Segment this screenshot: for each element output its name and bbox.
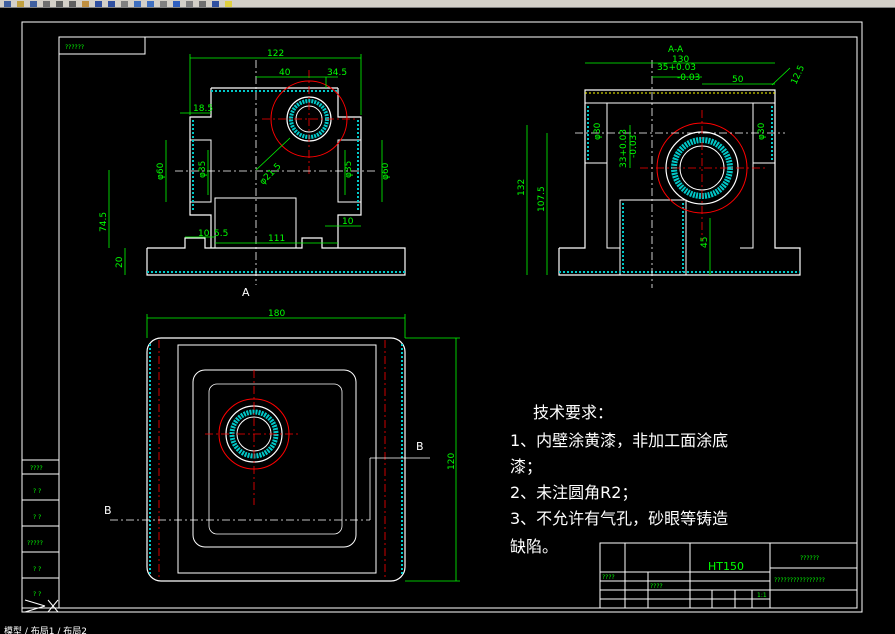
layout-tabs-bar[interactable]: 模型 / 布局1 / 布局2 [0,626,895,634]
tech-req-title: 技术要求： [533,403,613,422]
dim-5-5: 5.5 [214,229,228,239]
section-mark-b-left: B [104,504,112,517]
top-view: 180 120 B B [104,309,460,582]
dim-20: 20 [115,256,125,268]
corner-label: ?????? [65,44,84,51]
dim-phi30-left: φ30 [593,122,603,140]
left-table: ???? ? ? ? ? ????? ? ? ? ? [21,459,60,609]
tech-req-line-5: 缺陷。 [510,537,558,556]
left-table-row-4: ? ? [33,566,41,573]
left-table-header: ???? [30,465,43,472]
dim-122: 122 [267,49,284,59]
left-table-row-2: ? ? [33,514,41,521]
dim-12-5: 12.5 [790,64,808,86]
section-mark-a: A [242,286,250,299]
dim-33-tol2: -0.03 [629,135,639,158]
title-block-cell-b: ???? [650,583,663,590]
dim-10a: 10 [198,229,210,239]
inner-frame [58,36,858,609]
dim-45: 45 [700,237,710,248]
dim-120: 120 [447,453,457,470]
dim-phi35-right: φ35 [344,161,354,178]
dim-132: 132 [517,179,527,196]
side-view: A-A 130 35+0.03 -0.03 50 12.5 φ30 φ30 33… [517,45,807,288]
title-block-cell-c: 1:1 [757,592,767,599]
dim-33-tol: 33+0.03 [619,129,629,168]
dim-74-5: 74.5 [99,212,109,232]
dim-18-5: 18.5 [193,104,213,114]
dim-180: 180 [268,309,285,319]
side-title-aa: A-A [668,45,684,55]
layer-icon[interactable] [173,0,180,7]
dim-phi60-left: φ60 [156,162,166,180]
tech-req-line-3: 2、未注圆角R2； [510,483,637,502]
ucs-icon [24,599,59,613]
toolbar [0,0,895,8]
text-style-icon[interactable] [186,0,193,7]
copy-icon[interactable] [69,0,76,7]
undo-icon[interactable] [95,0,102,7]
zoom-icon[interactable] [134,0,141,7]
dim-107-5: 107.5 [537,186,547,212]
dim-40: 40 [279,68,291,78]
tech-req-line-2: 漆； [510,457,542,476]
dim-35-tol: 35+0.03 [657,63,696,73]
left-table-row-3: ????? [27,540,43,547]
dim-phi60-right: φ60 [381,162,391,180]
title-block: HT150 ???? ???? 1:1 ?????? ?????????????… [599,542,858,609]
title-block-material: HT150 [708,560,744,573]
dim-phi35-left: φ35 [198,161,208,178]
dim-phi30-right: φ30 [757,122,767,140]
dim-10b: 10 [342,217,354,227]
front-view: 122 40 34.5 18.5 φ60 φ35 φ35 φ60 φ21.5 7… [99,49,406,299]
title-block-cell-a: ???? [602,574,615,581]
tech-req-line-4: 3、不允许有气孔，砂眼等铸造 [510,509,728,528]
properties-icon[interactable] [160,0,167,7]
section-mark-b-right: B [416,440,424,453]
dim-phi21-5: φ21.5 [258,162,283,187]
title-block-cell-e: ???????????????? [774,577,825,584]
save-icon[interactable] [30,0,37,7]
layout-tabs-text[interactable]: 模型 / 布局1 / 布局2 [4,626,87,634]
technical-requirements: 技术要求： 1、内壁涂黄漆，非加工面涂底 漆； 2、未注圆角R2； 3、不允许有… [510,403,728,556]
new-file-icon[interactable] [4,0,11,7]
cad-drawing-canvas[interactable]: ?????? 122 40 34.5 18.5 φ60 φ35 φ35 φ60 … [0,8,895,626]
cut-icon[interactable] [56,0,63,7]
zoom-window-icon[interactable] [147,0,154,7]
print-icon[interactable] [43,0,50,7]
left-table-row-1: ? ? [33,488,41,495]
redo-icon[interactable] [108,0,115,7]
open-folder-icon[interactable] [17,0,24,7]
dim-35-tol2: -0.03 [677,73,700,83]
dim-111: 111 [268,234,285,244]
pan-icon[interactable] [121,0,128,7]
left-table-row-5: ? ? [33,591,41,598]
dim-50: 50 [732,75,744,85]
lightbulb-icon[interactable] [225,0,232,7]
tech-req-line-1: 1、内壁涂黄漆，非加工面涂底 [510,431,728,450]
dim-34-5: 34.5 [327,68,347,78]
layers-icon[interactable] [212,0,219,7]
paste-icon[interactable] [82,0,89,7]
calculator-icon[interactable] [199,0,206,7]
outer-frame [21,21,863,613]
title-block-cell-d: ?????? [800,555,819,562]
